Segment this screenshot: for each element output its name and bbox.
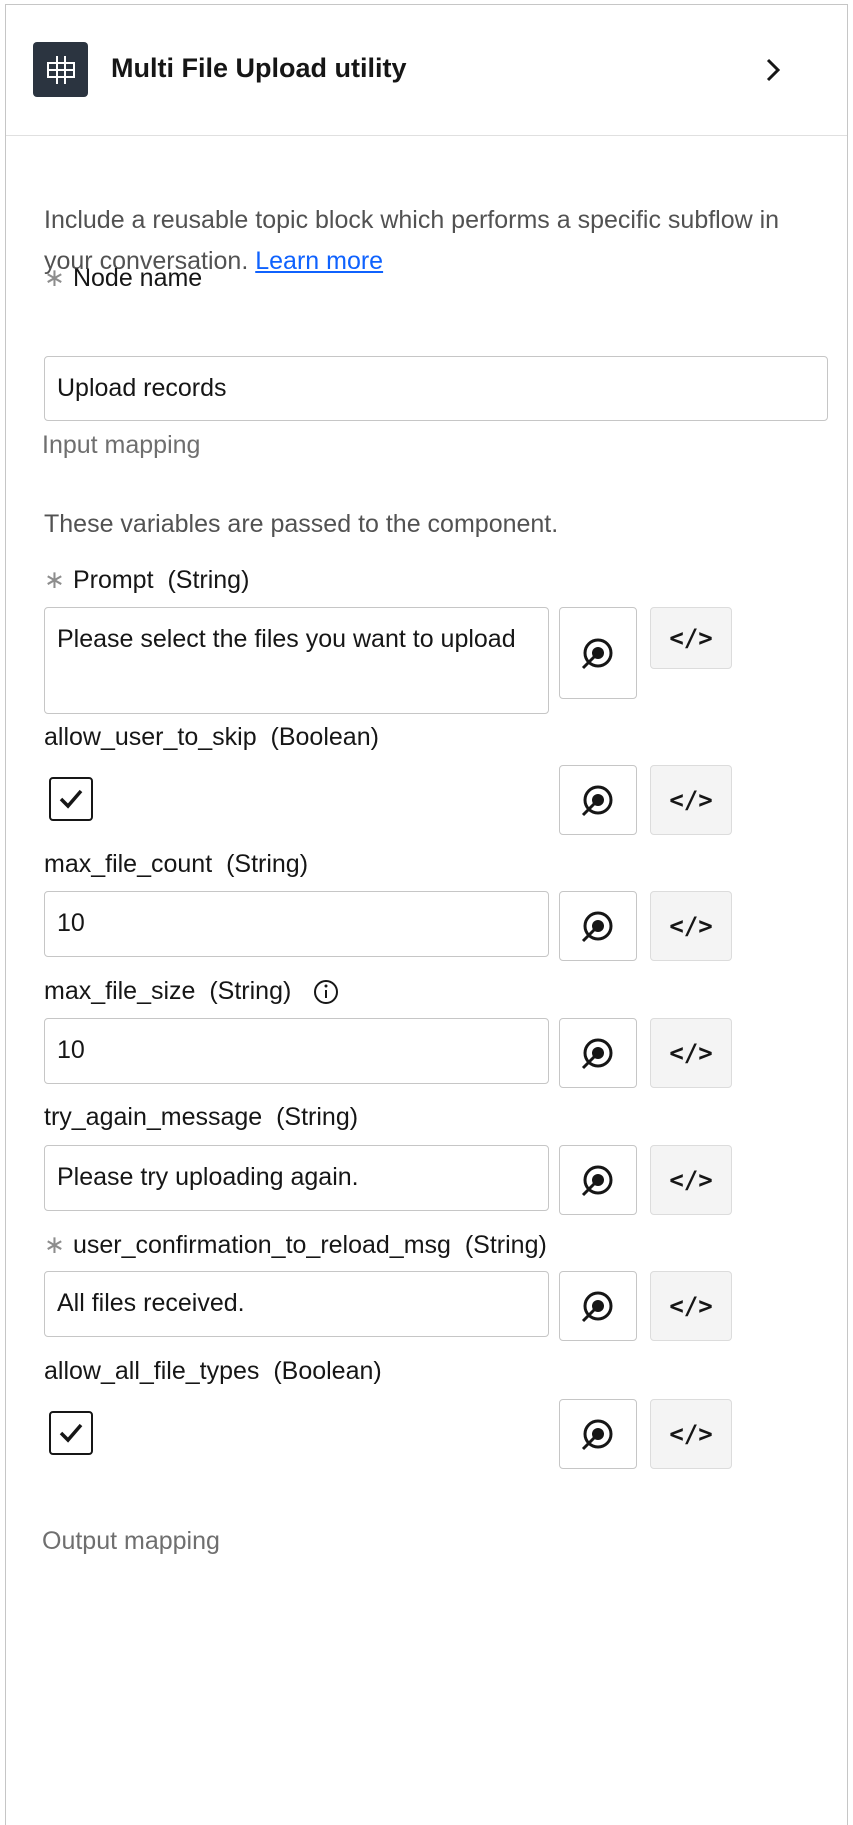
allow-all-file-types-checkbox[interactable] (49, 1411, 93, 1455)
max-file-count-label: max_file_count (String) (44, 850, 309, 878)
input-mapping-title: Input mapping (42, 431, 201, 459)
allow-all-file-types-variable-button[interactable] (559, 1399, 637, 1469)
try-again-message-code-button[interactable]: </> (650, 1145, 732, 1215)
allow-user-to-skip-variable-button[interactable] (559, 765, 637, 835)
max-file-count-code-button[interactable]: </> (650, 891, 732, 961)
user-confirmation-label: ∗ user_confirmation_to_reload_msg (String… (44, 1231, 547, 1259)
max-file-size-input[interactable]: 10 (44, 1018, 549, 1084)
node-name-input[interactable]: Upload records (44, 356, 828, 421)
target-icon (581, 1038, 613, 1070)
max-file-count-variable-button[interactable] (559, 891, 637, 961)
allow-user-to-skip-label: allow_user_to_skip (Boolean) (44, 723, 379, 751)
properties-panel: Multi File Upload utility Include a reus… (5, 4, 848, 1825)
code-icon: </> (669, 1420, 713, 1448)
input-mapping-hint: These variables are passed to the compon… (44, 510, 559, 538)
code-icon: </> (669, 1166, 713, 1194)
checkmark-icon (59, 1423, 83, 1443)
checkmark-icon (59, 789, 83, 809)
prompt-label: ∗ Prompt (String) (44, 566, 250, 594)
prompt-variable-button[interactable] (559, 607, 637, 699)
allow-user-to-skip-code-button[interactable]: </> (650, 765, 732, 835)
learn-more-link[interactable]: Learn more (255, 247, 383, 275)
node-name-label: ∗ Node name (44, 264, 203, 292)
panel-header: Multi File Upload utility (6, 5, 847, 136)
target-icon (581, 1165, 613, 1197)
target-icon (581, 911, 613, 943)
max-file-size-variable-button[interactable] (559, 1018, 637, 1088)
chevron-right-icon[interactable] (756, 53, 790, 87)
target-icon (581, 638, 613, 670)
allow-all-file-types-code-button[interactable]: </> (650, 1399, 732, 1469)
prompt-code-button[interactable]: </> (650, 607, 732, 669)
code-icon: </> (669, 1292, 713, 1320)
user-confirmation-variable-button[interactable] (559, 1271, 637, 1341)
try-again-message-label: try_again_message (String) (44, 1103, 359, 1131)
max-file-count-input[interactable]: 10 (44, 891, 549, 957)
user-confirmation-input[interactable]: All files received. (44, 1271, 549, 1337)
code-icon: </> (669, 786, 713, 814)
output-mapping-title: Output mapping (42, 1527, 220, 1555)
code-icon: </> (669, 912, 713, 940)
try-again-message-input[interactable]: Please try uploading again. (44, 1145, 549, 1211)
try-again-message-variable-button[interactable] (559, 1145, 637, 1215)
info-icon[interactable] (312, 978, 340, 1006)
target-icon (581, 1291, 613, 1323)
allow-all-file-types-label: allow_all_file_types (Boolean) (44, 1357, 382, 1385)
allow-user-to-skip-checkbox[interactable] (49, 777, 93, 821)
grid-plus-icon (33, 42, 88, 97)
target-icon (581, 785, 613, 817)
required-mark: ∗ (44, 264, 65, 292)
user-confirmation-code-button[interactable]: </> (650, 1271, 732, 1341)
code-icon: </> (669, 1039, 713, 1067)
prompt-input[interactable]: Please select the files you want to uplo… (44, 607, 549, 714)
panel-title: Multi File Upload utility (111, 53, 407, 83)
target-icon (581, 1419, 613, 1451)
code-icon: </> (669, 624, 713, 652)
max-file-size-label: max_file_size (String) (44, 977, 340, 1006)
max-file-size-code-button[interactable]: </> (650, 1018, 732, 1088)
